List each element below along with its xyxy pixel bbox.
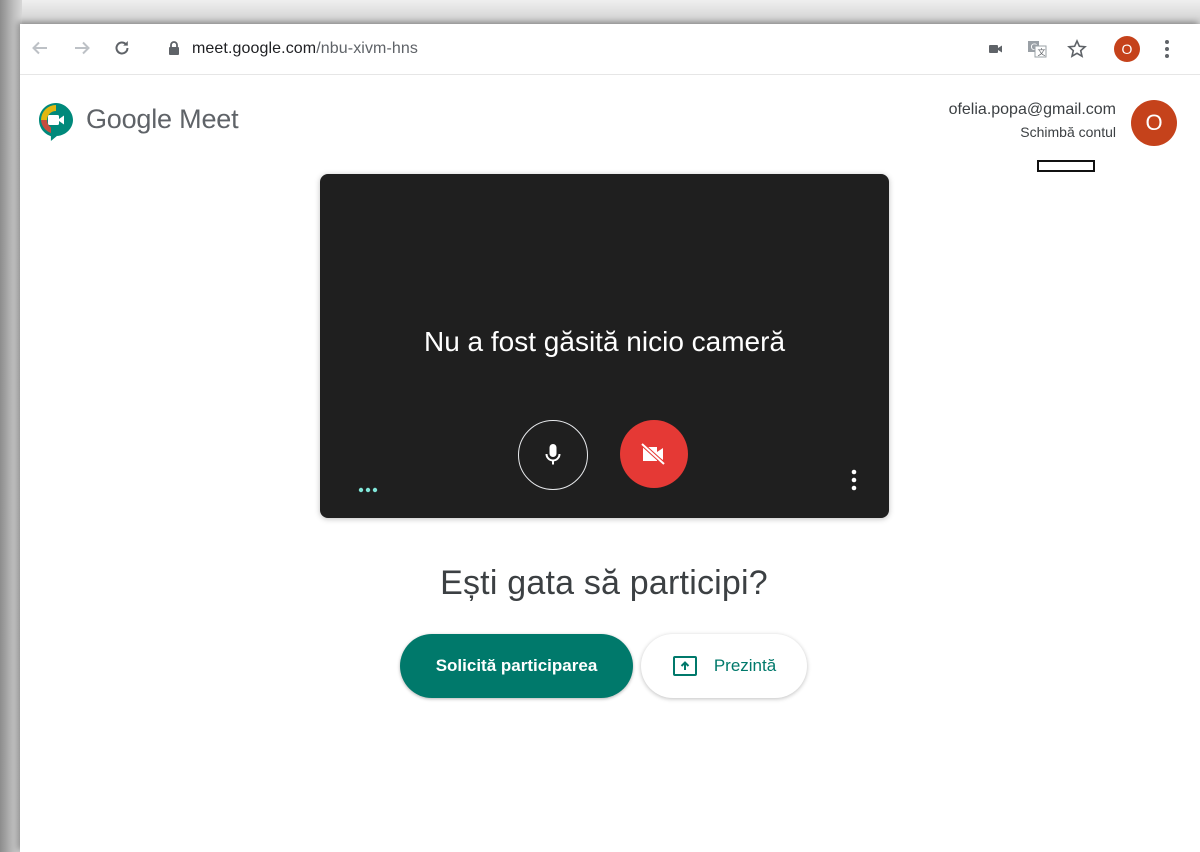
no-camera-message: Nu a fost găsită nicio cameră: [423, 326, 786, 357]
url-text: meet.google.com/nbu-xivm-hns: [192, 40, 418, 58]
browser-window: meet.google.com/nbu-xivm-hns G文 O Google…: [20, 24, 1200, 852]
more-vert-icon: [1165, 40, 1169, 58]
present-screen-icon: [672, 656, 697, 676]
google-meet-logo[interactable]: [38, 102, 74, 142]
url-path: /nbu-xivm-hns: [316, 40, 419, 57]
ask-to-join-button[interactable]: Solicită participarea: [400, 634, 633, 698]
lock-icon: [168, 41, 180, 61]
forward-button[interactable]: [68, 34, 96, 62]
account-avatar-initial: O: [1145, 110, 1163, 135]
reload-button[interactable]: [108, 34, 136, 62]
back-icon: [32, 41, 47, 55]
browser-profile-initial: O: [1121, 41, 1133, 57]
microphone-toggle-button[interactable]: [518, 420, 588, 490]
camera-toggle-button[interactable]: [620, 420, 688, 488]
bookmark-button[interactable]: [1064, 36, 1090, 62]
microphone-icon: [545, 444, 561, 465]
reload-icon: [115, 41, 129, 55]
window-frame-left: [0, 0, 22, 852]
back-button[interactable]: [26, 34, 54, 62]
camera-blocked-button[interactable]: [983, 36, 1009, 62]
present-label: Prezintă: [713, 656, 777, 675]
meet-logo-icon: [39, 103, 73, 141]
account-email: ofelia.popa@gmail.com: [948, 101, 1116, 118]
preview-more-options-button[interactable]: [845, 466, 863, 494]
browser-profile-avatar[interactable]: O: [1114, 36, 1140, 62]
switch-account-link[interactable]: Schimbă contul: [1020, 124, 1116, 140]
focus-indicator: [1037, 160, 1095, 172]
more-vert-icon: [851, 469, 857, 491]
browser-menu-button[interactable]: [1154, 36, 1180, 62]
translate-icon: G文: [1028, 41, 1047, 58]
translate-button[interactable]: G文: [1024, 36, 1050, 62]
status-dots-icon: [358, 480, 378, 498]
video-preview: Nu a fost găsită nicio cameră: [320, 174, 889, 518]
svg-text:文: 文: [1038, 47, 1046, 57]
bookmark-star-icon: [1067, 39, 1087, 58]
camera-blocked-icon: [989, 45, 1002, 53]
browser-toolbar: meet.google.com/nbu-xivm-hns G文 O: [20, 24, 1200, 75]
camera-off-icon: [640, 442, 666, 466]
account-avatar[interactable]: O: [1131, 100, 1177, 146]
app-title: Google Meet: [86, 104, 239, 134]
forward-icon: [75, 41, 90, 55]
present-button[interactable]: Prezintă: [641, 634, 807, 698]
ready-to-join-heading: Ești gata să participi?: [440, 564, 768, 602]
address-bar[interactable]: meet.google.com/nbu-xivm-hns: [158, 32, 978, 66]
url-host: meet.google.com: [192, 40, 317, 57]
ask-to-join-label: Solicită participarea: [435, 656, 598, 675]
window-frame-top: [0, 0, 1200, 24]
